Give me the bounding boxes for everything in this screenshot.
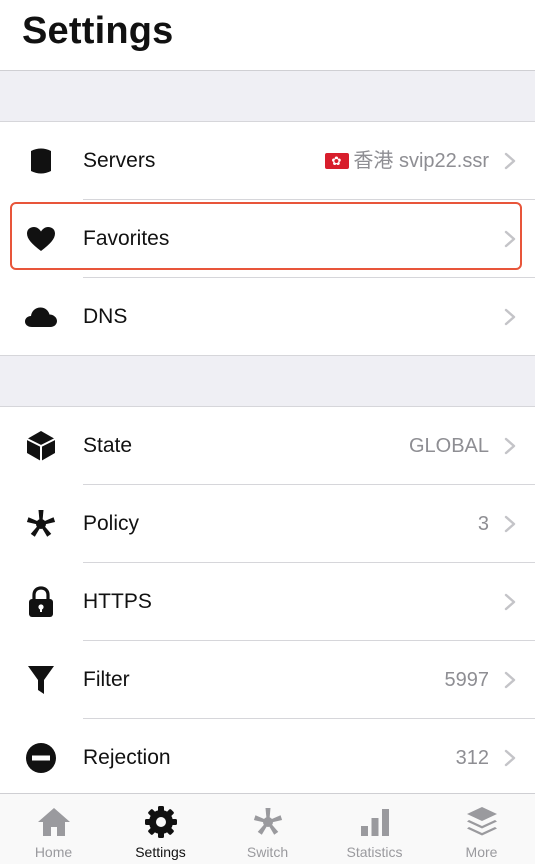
settings-row-favorites[interactable]: Favorites [0, 200, 535, 278]
heart-icon [24, 223, 58, 255]
bar-chart-icon [357, 804, 393, 840]
settings-row-servers[interactable]: Servers 香港 svip22.ssr [0, 122, 535, 200]
settings-row-rejection[interactable]: Rejection 312 [0, 719, 535, 797]
chevron-right-icon [504, 749, 516, 767]
asterisk-icon [250, 804, 286, 840]
server-name: 香港 svip22.ssr [353, 150, 489, 172]
server-icon [24, 145, 58, 177]
settings-row-label: HTTPS [83, 590, 152, 613]
section-spacer [0, 356, 535, 407]
settings-row-value: 3 [477, 513, 489, 535]
tab-home[interactable]: Home [0, 794, 107, 864]
section-spacer [0, 71, 535, 122]
asterisk-icon [24, 508, 58, 540]
page-title: Settings [22, 10, 174, 52]
chevron-right-icon [504, 515, 516, 533]
settings-row-policy[interactable]: Policy 3 [0, 485, 535, 563]
nav-header: Settings [0, 0, 535, 71]
tab-label: Switch [246, 844, 289, 860]
settings-row-label: Policy [83, 512, 140, 535]
settings-row-label: DNS [83, 305, 128, 328]
chevron-right-icon [504, 671, 516, 689]
settings-row-dns[interactable]: DNS [0, 278, 535, 356]
tab-statistics[interactable]: Statistics [321, 794, 428, 864]
settings-row-label: Favorites [83, 227, 170, 250]
tab-bar: Home Settings Switch Statistics More [0, 793, 535, 864]
lock-icon [24, 586, 58, 618]
tab-switch[interactable]: Switch [214, 794, 321, 864]
home-icon [36, 804, 72, 840]
settings-row-label: Filter [83, 668, 130, 691]
minus-circle-icon [24, 742, 58, 774]
settings-row-label: Rejection [83, 746, 171, 769]
settings-row-https[interactable]: HTTPS [0, 563, 535, 641]
cube-icon [24, 430, 58, 462]
settings-row-value: 5997 [444, 669, 490, 691]
hong-kong-flag-icon [325, 153, 350, 169]
chevron-right-icon [504, 230, 516, 248]
chevron-right-icon [504, 593, 516, 611]
chevron-right-icon [504, 437, 516, 455]
gear-icon [143, 804, 179, 840]
settings-row-label: State [83, 434, 133, 457]
settings-row-value: 312 [455, 747, 489, 769]
cloud-icon [24, 301, 58, 333]
tab-more[interactable]: More [428, 794, 535, 864]
chevron-right-icon [504, 308, 516, 326]
tab-label: Statistics [346, 844, 403, 860]
tab-label: More [465, 844, 498, 860]
chevron-right-icon [504, 152, 516, 170]
settings-row-value: GLOBAL [408, 435, 489, 457]
settings-row-value: 香港 svip22.ssr [325, 122, 489, 200]
funnel-icon [24, 664, 58, 696]
layers-icon [464, 804, 500, 840]
tab-label: Home [34, 844, 73, 860]
settings-row-filter[interactable]: Filter 5997 [0, 641, 535, 719]
tab-label: Settings [135, 844, 186, 860]
settings-row-state[interactable]: State GLOBAL [0, 407, 535, 485]
settings-row-label: Servers [83, 149, 156, 172]
tab-settings[interactable]: Settings [107, 794, 214, 864]
